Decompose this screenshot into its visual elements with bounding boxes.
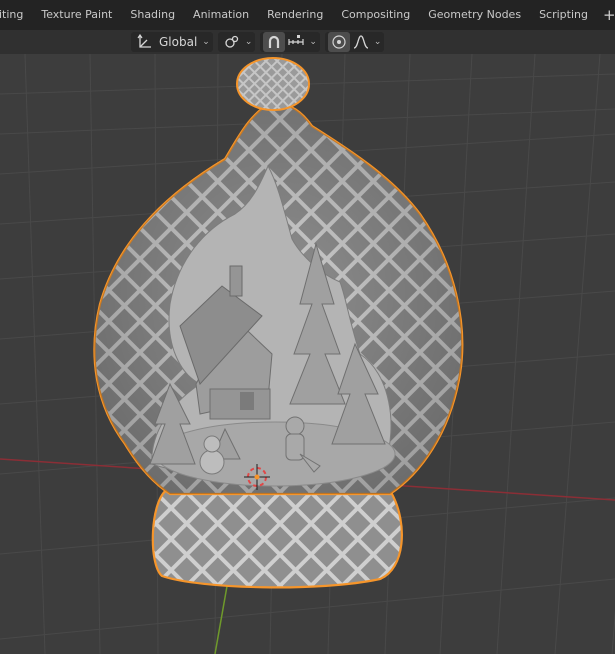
transform-orientation-icon bbox=[134, 32, 156, 52]
pivot-point-dropdown[interactable]: ⌄ bbox=[217, 32, 256, 52]
add-workspace-button[interactable]: + bbox=[597, 0, 615, 30]
magnet-snap-icon[interactable] bbox=[263, 32, 286, 52]
pivot-point-icon bbox=[221, 32, 243, 52]
tab-compositing[interactable]: Compositing bbox=[332, 0, 419, 30]
orientation-label: Global bbox=[159, 35, 198, 49]
viewport-scene bbox=[0, 54, 615, 654]
transform-orientation-dropdown[interactable]: Global ⌄ bbox=[131, 32, 213, 52]
tab-texture-paint[interactable]: Texture Paint bbox=[32, 0, 121, 30]
proportional-editing-group: ⌄ bbox=[324, 32, 385, 52]
snap-increment-icon[interactable] bbox=[285, 32, 307, 52]
tab-animation[interactable]: Animation bbox=[184, 0, 258, 30]
tab-geometry-nodes[interactable]: Geometry Nodes bbox=[419, 0, 530, 30]
tab-scripting[interactable]: Scripting bbox=[530, 0, 597, 30]
3d-viewport[interactable] bbox=[0, 54, 615, 654]
chevron-down-icon: ⌄ bbox=[373, 37, 382, 47]
chevron-down-icon: ⌄ bbox=[244, 37, 253, 47]
tab-shading[interactable]: Shading bbox=[121, 0, 184, 30]
workspace-tabs-bar: diting Texture Paint Shading Animation R… bbox=[0, 0, 615, 30]
chevron-down-icon: ⌄ bbox=[202, 37, 210, 47]
tab-rendering[interactable]: Rendering bbox=[258, 0, 332, 30]
proportional-editing-icon[interactable] bbox=[327, 32, 350, 52]
ornament-model[interactable] bbox=[93, 57, 464, 589]
falloff-curve-icon[interactable] bbox=[350, 32, 372, 52]
chevron-down-icon: ⌄ bbox=[309, 37, 317, 47]
tab-editing[interactable]: diting bbox=[0, 0, 32, 30]
viewport-header: Global ⌄ ⌄ ⌄ ⌄ bbox=[0, 30, 615, 54]
snapping-group: ⌄ bbox=[260, 32, 320, 52]
